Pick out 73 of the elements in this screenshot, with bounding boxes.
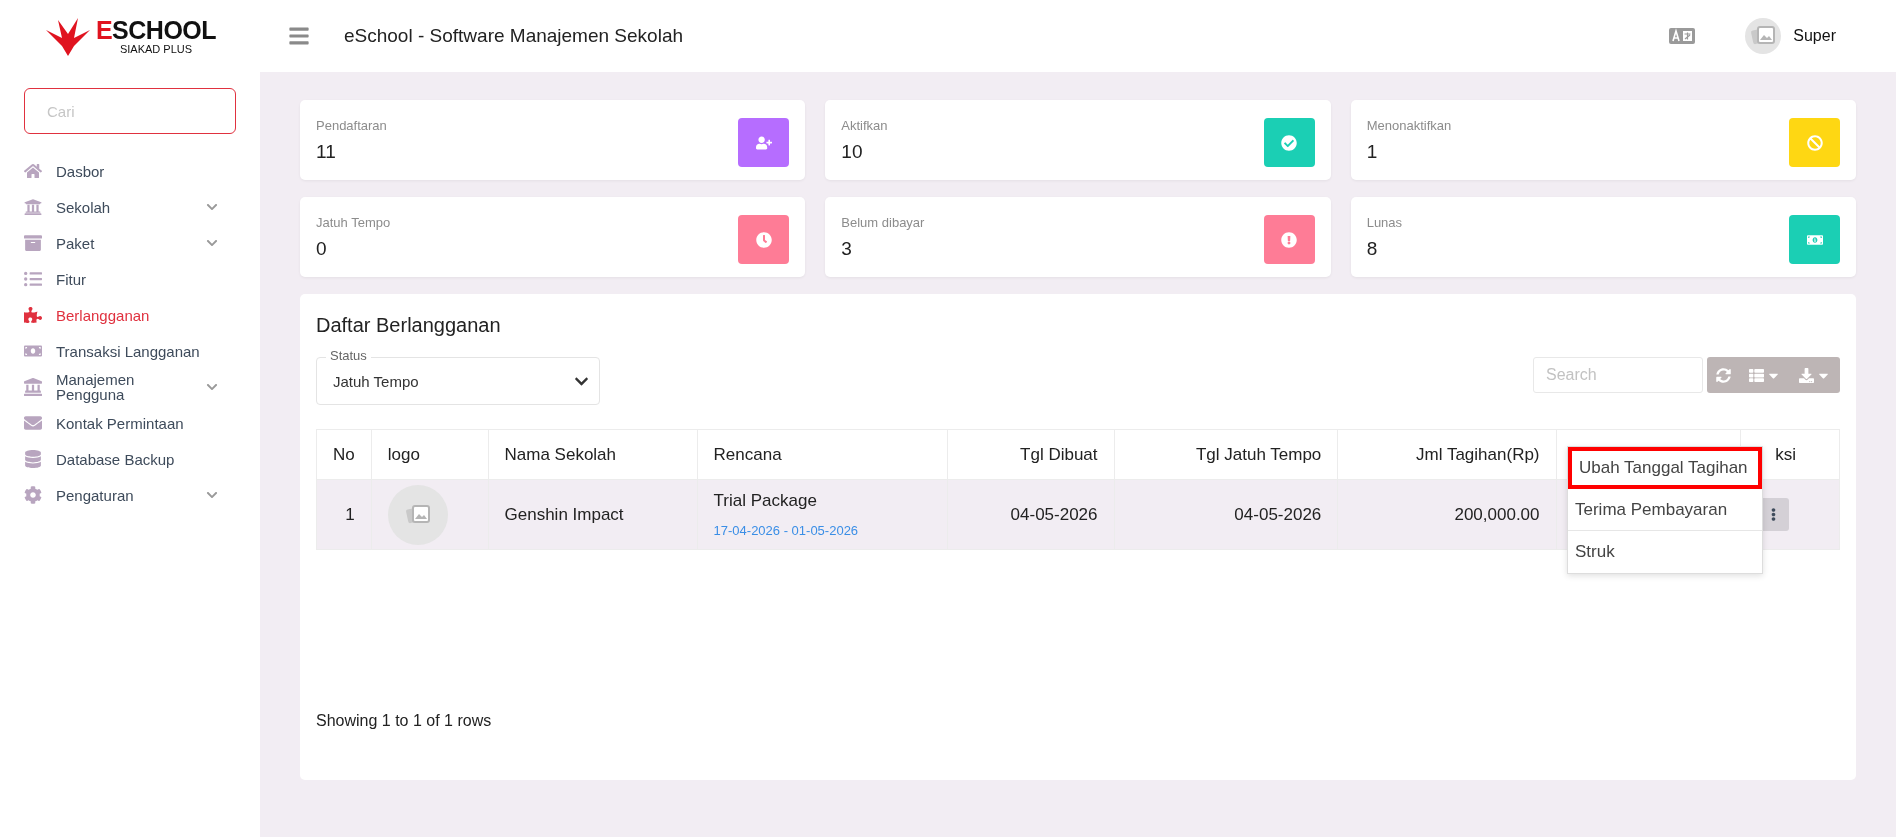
stat-label: Lunas: [1366, 215, 1403, 230]
user-plus-icon: [755, 134, 772, 151]
column-header: Tgl Jatuh Tempo: [1114, 429, 1338, 480]
chevron-down-icon[interactable]: [206, 381, 218, 393]
pagination-info: Showing 1 to 1 of 1 rows: [316, 712, 493, 730]
stat-label: Aktifkan: [841, 118, 888, 133]
menu-item[interactable]: Ubah Tanggal Tagihan: [1568, 447, 1762, 489]
stat-label: Jatuh Tempo: [316, 215, 391, 230]
refresh-icon: [1716, 367, 1731, 383]
bank-icon: [24, 198, 42, 216]
stat-value: 11: [316, 141, 337, 163]
puzzle-icon: [24, 306, 42, 324]
menu-icon[interactable]: [288, 25, 310, 47]
sidebar-item[interactable]: Sekolah: [24, 190, 236, 224]
sidebar-item[interactable]: Dasbor: [24, 154, 236, 188]
column-header: Jml Tagihan(Rp): [1337, 429, 1557, 480]
user-avatar[interactable]: [1745, 18, 1782, 54]
table-cell: Genshin Impact: [488, 479, 698, 550]
table-cell: 1: [316, 479, 372, 550]
user-name[interactable]: Super: [1793, 27, 1836, 45]
database-icon: [24, 450, 42, 468]
stat-value: 3: [841, 238, 853, 260]
image-placeholder-icon: [404, 503, 431, 526]
sidebar-item[interactable]: Kontak Permintaan: [24, 406, 236, 440]
card-title: Daftar Berlangganan: [316, 314, 502, 337]
menu-item[interactable]: Terima Pembayaran: [1568, 489, 1762, 531]
chevron-down-icon[interactable]: [206, 237, 218, 249]
column-header: No: [316, 429, 372, 480]
column-header: Nama Sekolah: [488, 429, 698, 480]
envelope-icon: [24, 414, 42, 432]
stat-value: 0: [316, 238, 328, 260]
language-icon[interactable]: [1669, 28, 1696, 44]
stat-label: Belum dibayar: [841, 215, 925, 230]
image-placeholder-icon: [1750, 25, 1777, 47]
stat-value: 10: [841, 141, 864, 163]
column-header: Tgl Dibuat: [947, 429, 1115, 480]
table-cell: 04-05-2026: [1114, 479, 1338, 550]
chevron-down-icon[interactable]: [206, 201, 218, 213]
menu-item[interactable]: Struk: [1568, 531, 1762, 573]
status-label: Status: [326, 348, 371, 363]
sidebar-item[interactable]: Fitur: [24, 262, 236, 296]
list-icon: [24, 270, 42, 288]
logo-subtitle: SIAKAD PLUS: [119, 43, 193, 55]
column-header: logo: [371, 429, 488, 480]
sidebar-item[interactable]: Pengaturan: [24, 478, 236, 512]
sidebar-search-field[interactable]: Cari: [24, 88, 236, 134]
table-cell: 04-05-2026: [947, 479, 1115, 550]
archive-icon: [24, 234, 42, 252]
plan-period: 17-04-2026 - 01-05-2026: [713, 523, 860, 538]
stat-label: Pendaftaran: [316, 118, 387, 133]
clock-icon: [755, 231, 772, 248]
column-header: Rencana: [697, 429, 948, 480]
stat-value: 8: [1366, 238, 1379, 260]
ban-icon: [1806, 134, 1823, 151]
sidebar-item[interactable]: Transaksi Langganan: [24, 334, 236, 368]
search-field[interactable]: Search: [1533, 357, 1703, 393]
app-title: eSchool - Software Manajemen Sekolah: [344, 25, 685, 47]
sidebar-item[interactable]: Manajemen Pengguna: [24, 370, 236, 404]
sidebar-item[interactable]: Berlangganan: [24, 298, 236, 332]
exclamation-icon: [1281, 231, 1298, 248]
sidebar-item[interactable]: Paket: [24, 226, 236, 260]
table-cell: 200,000.00: [1337, 479, 1557, 550]
logo-title: ESCHOOL: [95, 17, 217, 43]
plan-name: Trial Package: [713, 491, 818, 511]
home-icon: [24, 162, 42, 180]
stat-label: Menonaktifkan: [1366, 118, 1452, 133]
chevron-down-icon[interactable]: [206, 489, 218, 501]
download-icon: [1799, 367, 1814, 383]
building-icon: [24, 378, 42, 396]
sidebar-item[interactable]: Database Backup: [24, 442, 236, 476]
settings-icon: [24, 486, 42, 504]
stat-value: 1: [1366, 141, 1379, 163]
list-icon: [1749, 367, 1764, 383]
